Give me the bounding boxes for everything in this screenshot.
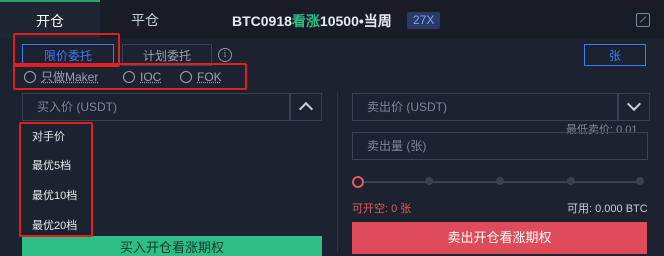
contract-title: BTC0918看涨10500•当周 <box>232 11 392 31</box>
expand-icon[interactable] <box>636 13 650 27</box>
buy-open-call-button[interactable]: 买入开仓看涨期权 <box>22 236 322 256</box>
buy-price-toggle[interactable] <box>290 93 322 121</box>
column-divider <box>337 92 338 252</box>
slider-stop[interactable] <box>496 177 504 185</box>
unit-button[interactable]: 张 <box>584 44 646 66</box>
chevron-down-icon <box>626 96 642 112</box>
sell-qty-input[interactable]: 卖出量 (张) <box>352 132 648 160</box>
available-short: 可开空: 0 张 <box>352 203 412 215</box>
contract-strike: 10500 <box>319 13 359 29</box>
leverage-badge[interactable]: 27X <box>407 12 441 29</box>
buy-price-input[interactable]: 买入价 (USDT) <box>22 93 290 121</box>
highlight-box-limit <box>13 33 120 67</box>
info-icon[interactable]: i <box>218 48 232 62</box>
radio-circle-icon <box>180 71 192 83</box>
contract-suffix: •当周 <box>358 13 392 29</box>
sell-open-call-button[interactable]: 卖出开仓看涨期权 <box>352 222 647 254</box>
radio-circle-icon <box>24 71 36 83</box>
radio-maker-only[interactable]: 只做Maker <box>24 70 98 84</box>
radio-label: IOC <box>140 70 162 84</box>
contract-prefix: BTC0918 <box>232 13 292 29</box>
slider-stop[interactable] <box>567 177 575 185</box>
radio-fok[interactable]: FOK <box>180 70 222 84</box>
available-balance: 可用: 0.000 BTC <box>567 203 648 215</box>
highlight-box-dropdown <box>19 122 93 237</box>
sell-price-toggle[interactable] <box>618 93 650 121</box>
radio-label: FOK <box>197 70 222 84</box>
slider-stop[interactable] <box>425 177 433 185</box>
radio-ioc[interactable]: IOC <box>123 70 161 84</box>
radio-label: 只做Maker <box>41 70 99 84</box>
chevron-up-icon <box>298 101 314 117</box>
sell-price-input[interactable]: 卖出价 (USDT) <box>352 93 618 121</box>
slider-stop[interactable] <box>636 177 644 185</box>
contract-direction: 看涨 <box>291 13 320 29</box>
slider-handle[interactable] <box>352 176 364 188</box>
radio-circle-icon <box>123 71 135 83</box>
